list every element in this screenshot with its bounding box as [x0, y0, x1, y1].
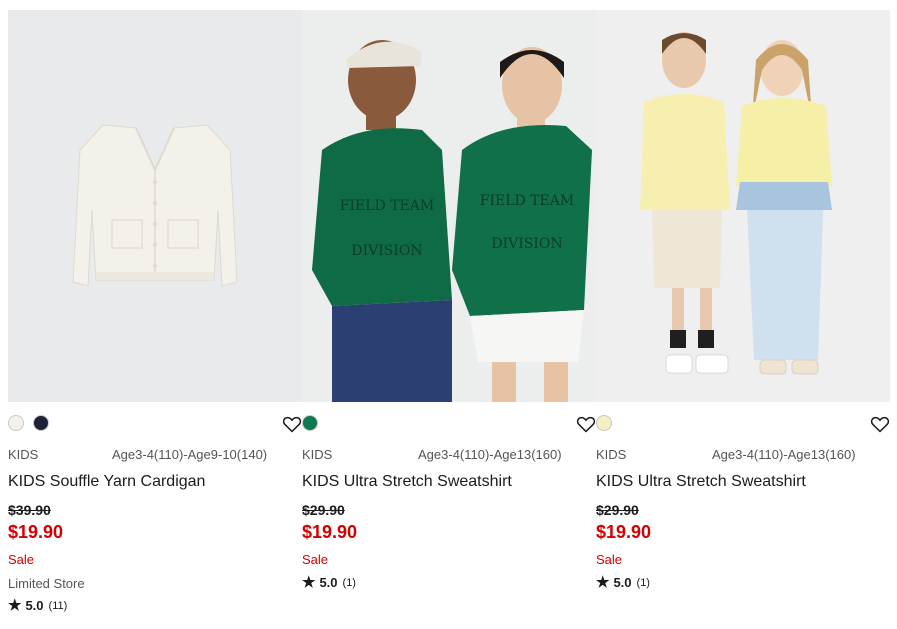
color-swatch[interactable] — [33, 415, 49, 431]
original-price: $29.90 — [596, 502, 639, 518]
heart-outline-icon[interactable] — [870, 414, 890, 434]
color-swatches — [596, 415, 612, 431]
product-meta: KIDS Age3-4(110)-Age9-10(140) — [8, 447, 278, 462]
rating-value: 5.0 — [25, 598, 44, 613]
svg-text:DIVISION: DIVISION — [351, 243, 422, 259]
product-grid: KIDS Age3-4(110)-Age9-10(140) KIDS Souff… — [0, 0, 897, 629]
heart-outline-icon[interactable] — [576, 414, 596, 434]
product-image[interactable]: FIELD TEAM DIVISION FIELD TEAM DIVISION — [302, 10, 596, 402]
product-image[interactable] — [596, 10, 890, 402]
yellow-sweatshirt-image — [596, 10, 890, 402]
product-category: KIDS — [8, 447, 39, 462]
original-price: $39.90 — [8, 502, 51, 518]
product-meta: KIDS Age3-4(110)-Age13(160) — [302, 447, 572, 462]
star-icon: ★ — [596, 574, 610, 591]
product-size-range: Age3-4(110)-Age9-10(140) — [112, 447, 268, 462]
store-availability: Limited Store — [8, 576, 85, 591]
color-swatches — [8, 415, 49, 431]
product-size-range: Age3-4(110)-Age13(160) — [712, 447, 856, 462]
color-swatch[interactable] — [596, 415, 612, 431]
product-rating: ★ 5.0 (1) — [302, 575, 356, 590]
rating-value: 5.0 — [319, 575, 338, 590]
star-icon: ★ — [302, 574, 316, 591]
product-category: KIDS — [596, 447, 627, 462]
sale-price: $19.90 — [596, 522, 652, 542]
product-rating: ★ 5.0 (11) — [8, 598, 67, 613]
cardigan-image — [8, 10, 302, 402]
product-name[interactable]: KIDS Ultra Stretch Sweatshirt — [302, 473, 512, 491]
sale-price: $19.90 — [302, 522, 358, 542]
svg-text:FIELD TEAM: FIELD TEAM — [340, 198, 434, 214]
product-name[interactable]: KIDS Souffle Yarn Cardigan — [8, 473, 205, 491]
product-name[interactable]: KIDS Ultra Stretch Sweatshirt — [596, 473, 806, 491]
sale-price: $19.90 — [8, 522, 64, 542]
svg-text:FIELD TEAM: FIELD TEAM — [480, 193, 574, 209]
sale-flag: Sale — [302, 552, 329, 567]
product-card[interactable]: FIELD TEAM DIVISION FIELD TEAM DIVISION … — [302, 10, 596, 590]
review-count: (1) — [342, 576, 356, 589]
svg-text:DIVISION: DIVISION — [491, 236, 562, 252]
sale-flag: Sale — [8, 552, 35, 567]
star-icon: ★ — [8, 597, 22, 614]
product-meta: KIDS Age3-4(110)-Age13(160) — [596, 447, 866, 462]
product-card[interactable]: KIDS Age3-4(110)-Age9-10(140) KIDS Souff… — [8, 10, 302, 613]
review-count: (1) — [636, 576, 650, 589]
product-card[interactable]: KIDS Age3-4(110)-Age13(160) KIDS Ultra S… — [596, 10, 890, 590]
product-category: KIDS — [302, 447, 333, 462]
product-size-range: Age3-4(110)-Age13(160) — [418, 447, 562, 462]
product-rating: ★ 5.0 (1) — [596, 575, 650, 590]
sale-flag: Sale — [596, 552, 623, 567]
product-image[interactable] — [8, 10, 302, 402]
original-price: $29.90 — [302, 502, 345, 518]
color-swatches — [302, 415, 318, 431]
review-count: (11) — [48, 599, 68, 612]
heart-outline-icon[interactable] — [282, 414, 302, 434]
color-swatch[interactable] — [302, 415, 318, 431]
green-sweatshirt-image: FIELD TEAM DIVISION FIELD TEAM DIVISION — [302, 10, 596, 402]
color-swatch[interactable] — [8, 415, 24, 431]
rating-value: 5.0 — [613, 575, 632, 590]
